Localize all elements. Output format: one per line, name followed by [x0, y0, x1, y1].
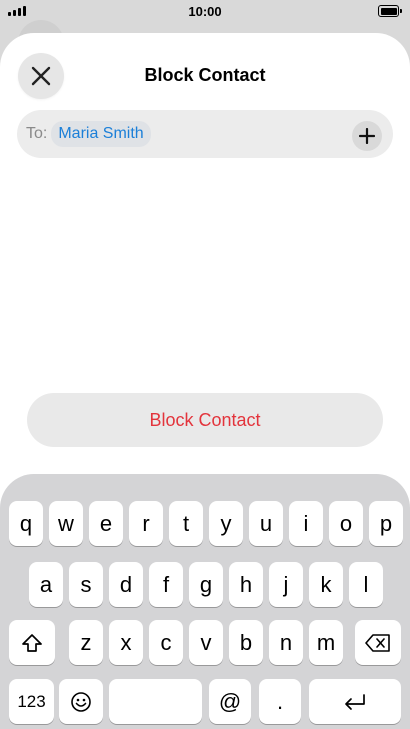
keyboard: q w e r t y u i o p a s d f g h j k l z … — [0, 474, 410, 729]
key-x[interactable]: x — [109, 620, 143, 665]
numbers-key[interactable]: 123 — [9, 679, 54, 724]
key-s[interactable]: s — [69, 562, 103, 607]
key-k[interactable]: k — [309, 562, 343, 607]
shift-key[interactable] — [9, 620, 55, 665]
key-w[interactable]: w — [49, 501, 83, 546]
emoji-key[interactable] — [59, 679, 103, 724]
key-r[interactable]: r — [129, 501, 163, 546]
return-key[interactable] — [309, 679, 401, 724]
signal-icon — [8, 6, 26, 16]
key-h[interactable]: h — [229, 562, 263, 607]
key-l[interactable]: l — [349, 562, 383, 607]
page-title: Block Contact — [144, 65, 266, 85]
key-c[interactable]: c — [149, 620, 183, 665]
key-n[interactable]: n — [269, 620, 303, 665]
key-e[interactable]: e — [89, 501, 123, 546]
key-a[interactable]: a — [29, 562, 63, 607]
key-v[interactable]: v — [189, 620, 223, 665]
recipient-chip[interactable]: Maria Smith — [51, 121, 151, 147]
status-bar: 10:00 — [0, 0, 410, 22]
block-contact-button[interactable]: Block Contact — [27, 393, 383, 447]
key-m[interactable]: m — [309, 620, 343, 665]
return-icon — [345, 693, 365, 710]
period-key[interactable]: . — [259, 679, 301, 724]
shift-icon — [22, 633, 42, 652]
key-g[interactable]: g — [189, 562, 223, 607]
emoji-icon — [71, 691, 91, 712]
key-d[interactable]: d — [109, 562, 143, 607]
delete-key[interactable] — [355, 620, 401, 665]
key-z[interactable]: z — [69, 620, 103, 665]
key-u[interactable]: u — [249, 501, 283, 546]
key-j[interactable]: j — [269, 562, 303, 607]
delete-icon — [365, 633, 390, 652]
key-f[interactable]: f — [149, 562, 183, 607]
key-p[interactable]: p — [369, 501, 403, 546]
at-key[interactable]: @ — [209, 679, 251, 724]
key-t[interactable]: t — [169, 501, 203, 546]
key-y[interactable]: y — [209, 501, 243, 546]
key-i[interactable]: i — [289, 501, 323, 546]
add-recipient-button[interactable] — [352, 121, 382, 151]
to-label: To: — [26, 125, 48, 142]
battery-icon — [378, 5, 402, 17]
recipient-field[interactable]: To: Maria Smith — [17, 110, 393, 158]
status-time: 10:00 — [188, 3, 222, 19]
plus-icon — [359, 128, 375, 144]
key-o[interactable]: o — [329, 501, 363, 546]
key-b[interactable]: b — [229, 620, 263, 665]
space-key[interactable] — [109, 679, 202, 724]
key-q[interactable]: q — [9, 501, 43, 546]
sheet-header: Block Contact — [0, 33, 410, 113]
